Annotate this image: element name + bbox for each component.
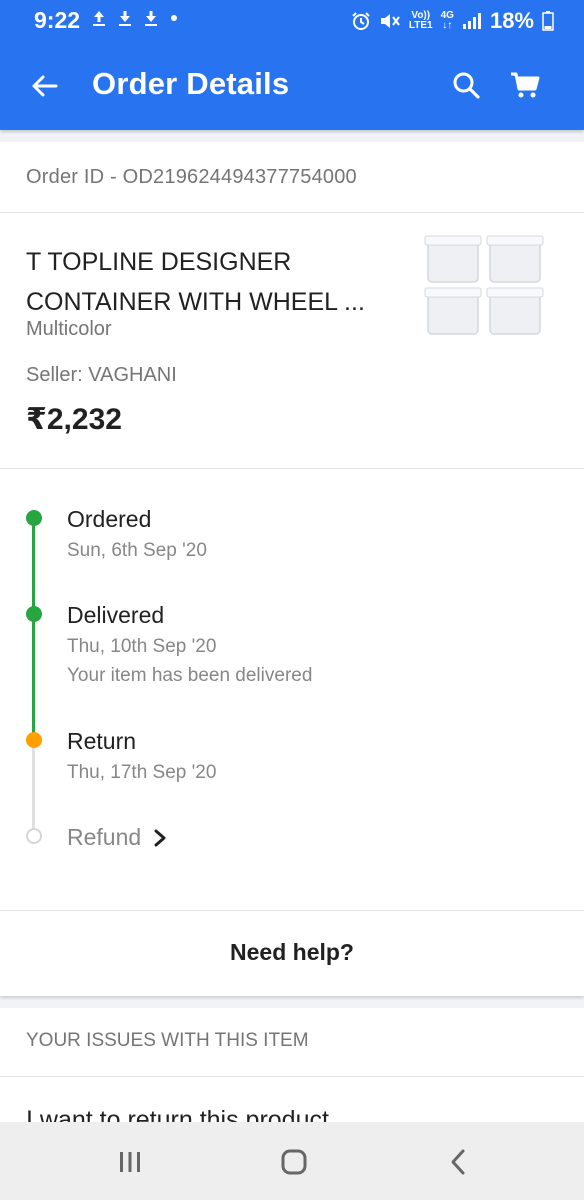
status-bar: 9:22 Vo)) LTE1 4G ↓↑ 18% (0, 0, 584, 40)
status-time: 9:22 (34, 7, 81, 33)
back-nav-button[interactable] (438, 1144, 478, 1180)
search-icon (453, 72, 480, 99)
download-icon (144, 9, 158, 27)
timeline-line-complete (32, 518, 35, 740)
lte-text: LTE1 (408, 20, 433, 31)
back-button[interactable] (26, 68, 62, 104)
timeline-label-delivered: Delivered (67, 602, 165, 628)
refund-step[interactable]: Refund (67, 824, 167, 851)
timeline-dot-refund (26, 828, 42, 844)
battery-icon (542, 11, 554, 31)
mute-icon (379, 11, 401, 31)
battery-percent: 18% (489, 8, 534, 33)
home-icon (281, 1149, 307, 1175)
issues-card: YOUR ISSUES WITH THIS ITEM I want to ret… (0, 1008, 584, 1134)
volte-indicator: Vo)) LTE1 (409, 11, 433, 31)
divider (0, 468, 584, 469)
product-seller: Seller: VAGHANI (26, 364, 177, 386)
cart-icon (511, 72, 540, 98)
timeline-dot-ordered (26, 510, 42, 526)
dot-icon (170, 14, 178, 22)
download-icon (118, 9, 132, 27)
recents-icon (120, 1152, 140, 1172)
timeline-dot-delivered (26, 606, 42, 622)
network-type: 4G ↓↑ (441, 11, 454, 31)
divider (0, 212, 584, 213)
timeline-label-ordered: Ordered (67, 506, 152, 532)
timeline-label-refund: Refund (67, 824, 142, 850)
timeline-line-pending (32, 740, 35, 832)
timeline-label-return: Return (67, 728, 137, 754)
signal-icon (462, 12, 482, 30)
timeline-note-delivered: Your item has been delivered (67, 665, 313, 686)
timeline-date-return: Thu, 17th Sep '20 (67, 762, 217, 783)
alarm-icon (351, 11, 371, 31)
product-title[interactable]: T TOPLINE DESIGNER CONTAINER WITH WHEEL … (26, 242, 396, 322)
app-bar: Order Details (0, 40, 584, 130)
product-image[interactable] (420, 232, 550, 342)
divider (0, 1076, 584, 1077)
page-title: Order Details (92, 66, 290, 101)
issues-header: YOUR ISSUES WITH THIS ITEM (26, 1030, 309, 1051)
recents-button[interactable] (110, 1144, 150, 1180)
upload-icon (92, 9, 106, 27)
product-price: ₹2,232 (26, 403, 122, 436)
order-card: Order ID - OD219624494377754000 T TOPLIN… (0, 142, 584, 910)
system-nav-bar (0, 1122, 584, 1200)
chevron-right-icon (154, 829, 166, 846)
arrow-left-icon (32, 75, 58, 97)
order-id: Order ID - OD219624494377754000 (26, 166, 357, 188)
product-variant: Multicolor (26, 318, 112, 340)
search-button[interactable] (448, 66, 484, 104)
need-help-button[interactable]: Need help? (0, 910, 584, 996)
cart-button[interactable] (506, 66, 544, 104)
data-arrows-icon: ↓↑ (442, 20, 453, 31)
back-icon (451, 1149, 465, 1175)
timeline-date-ordered: Sun, 6th Sep '20 (67, 540, 207, 561)
need-help-label: Need help? (230, 939, 354, 965)
home-button[interactable] (274, 1144, 314, 1180)
timeline-date-delivered: Thu, 10th Sep '20 (67, 636, 217, 657)
timeline-dot-return (26, 732, 42, 748)
